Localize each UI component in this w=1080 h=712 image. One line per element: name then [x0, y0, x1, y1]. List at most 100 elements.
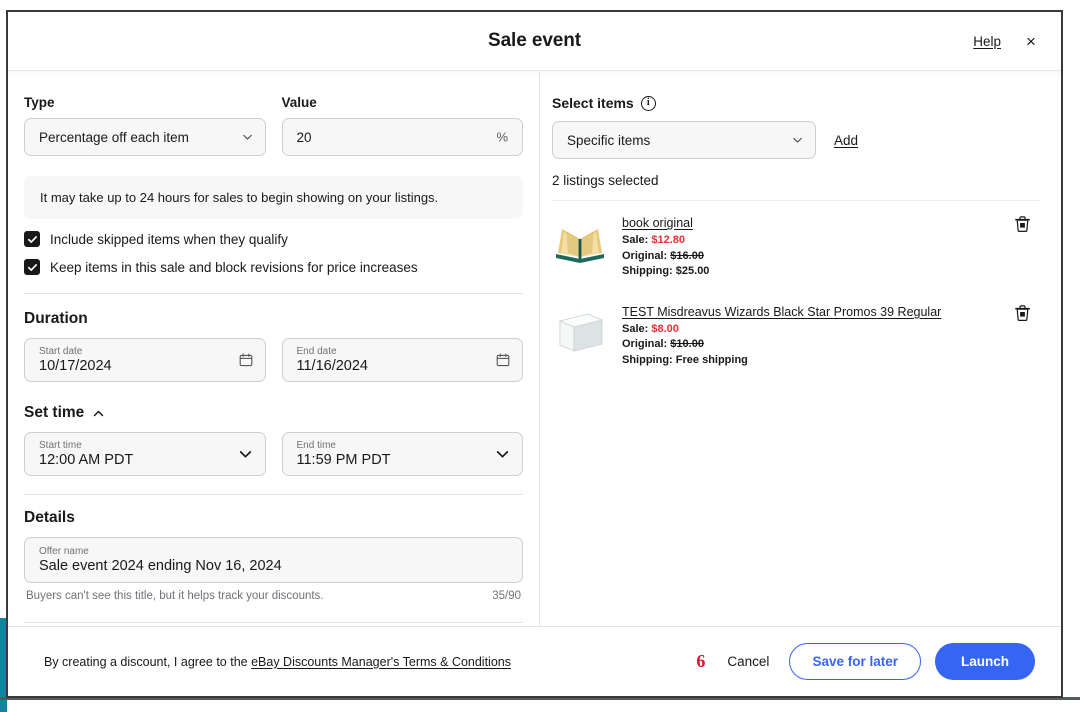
start-date-cell: Start date 10/17/2024	[24, 338, 266, 382]
listing-info: book original Sale: $12.80 Original: $16…	[622, 213, 1041, 280]
terms-link[interactable]: eBay Discounts Manager's Terms & Conditi…	[251, 655, 511, 669]
help-link[interactable]: Help	[973, 34, 1001, 49]
offer-name-helper-text: Buyers can't see this title, but it help…	[26, 590, 324, 602]
value-field: Value 20 %	[282, 95, 524, 156]
duration-heading-text: Duration	[24, 310, 88, 328]
items-scope-value: Specific items	[567, 133, 650, 148]
modal-body: Type Percentage off each item Value 20 %	[8, 70, 1061, 626]
original-label: Original:	[622, 250, 667, 262]
listing-sale-line: Sale: $8.00	[622, 322, 1041, 338]
listing-shipping-line: Shipping: $25.00	[622, 264, 1041, 280]
launch-button[interactable]: Launch	[935, 643, 1035, 680]
screen: Sale event Help × Type Percentage off ea…	[0, 0, 1080, 712]
calendar-icon	[496, 353, 510, 367]
end-date-value: 11/16/2024	[297, 358, 369, 375]
duration-row: Start date 10/17/2024 End	[24, 338, 523, 382]
annotation-marker: 6	[696, 651, 705, 672]
listing-original-line: Original: $10.00	[622, 337, 1041, 353]
offer-name-input[interactable]: Offer name Sale event 2024 ending Nov 16…	[24, 537, 523, 583]
start-date-value: 10/17/2024	[39, 358, 112, 375]
modal-footer: By creating a discount, I agree to the e…	[8, 626, 1061, 696]
listing-title-link[interactable]: book original	[622, 216, 693, 230]
trash-icon	[1015, 305, 1030, 321]
start-time-select[interactable]: Start time 12:00 AM PDT	[24, 432, 266, 476]
list-item: TEST Misdreavus Wizards Black Star Promo…	[552, 290, 1041, 379]
offer-name-char-count: 35/90	[492, 590, 521, 602]
header-actions: Help ×	[973, 27, 1045, 55]
original-price: $16.00	[670, 250, 704, 262]
type-label: Type	[24, 95, 266, 110]
add-items-link[interactable]: Add	[834, 133, 858, 148]
save-for-later-button[interactable]: Save for later	[789, 643, 921, 680]
chevron-down-icon	[242, 132, 253, 143]
chevron-down-icon	[495, 447, 510, 462]
value-input[interactable]: 20 %	[282, 118, 524, 156]
checkbox-include-skipped[interactable]: Include skipped items when they qualify	[24, 231, 523, 247]
end-time-label: End time	[297, 440, 336, 451]
listing-thumbnail	[552, 213, 608, 269]
type-select[interactable]: Percentage off each item	[24, 118, 266, 156]
check-icon	[24, 231, 40, 247]
check-icon	[24, 259, 40, 275]
listing-thumbnail	[552, 302, 608, 358]
type-select-value: Percentage off each item	[39, 130, 189, 145]
end-date-input[interactable]: End date 11/16/2024	[282, 338, 524, 382]
listing-shipping-line: Shipping: Free shipping	[622, 353, 1041, 369]
trash-icon	[1015, 216, 1030, 232]
end-time-value: 11:59 PM PDT	[297, 452, 391, 469]
listings-count: 2 listings selected	[552, 173, 1041, 188]
footer-actions: 6 Cancel Save for later Launch	[696, 643, 1035, 680]
end-time-select[interactable]: End time 11:59 PM PDT	[282, 432, 524, 476]
delete-listing-button[interactable]	[1009, 300, 1035, 326]
chevron-down-icon	[792, 135, 803, 146]
sale-label: Sale:	[622, 323, 648, 335]
chevron-down-icon	[238, 447, 253, 462]
percent-suffix: %	[496, 130, 508, 145]
close-icon[interactable]: ×	[1017, 27, 1045, 55]
set-time-row: Start time 12:00 AM PDT End time 11:59 P…	[24, 432, 523, 476]
details-heading-text: Details	[24, 509, 75, 527]
checkbox-label: Include skipped items when they qualify	[50, 232, 288, 247]
start-time-value: 12:00 AM PDT	[39, 452, 133, 469]
shipping-label: Shipping:	[622, 265, 673, 277]
start-date-input[interactable]: Start date 10/17/2024	[24, 338, 266, 382]
white-box-icon	[552, 302, 608, 358]
chevron-up-icon	[92, 407, 105, 420]
modal-header: Sale event Help ×	[8, 12, 1061, 70]
page-title: Sale event	[488, 30, 581, 52]
listing-info: TEST Misdreavus Wizards Black Star Promo…	[622, 302, 1041, 369]
select-items-heading: Select items i	[552, 95, 1041, 111]
offer-name-label: Offer name	[39, 546, 89, 557]
set-time-heading[interactable]: Set time	[24, 404, 523, 422]
value-label: Value	[282, 95, 524, 110]
delete-listing-button[interactable]	[1009, 211, 1035, 237]
shipping-label: Shipping:	[622, 354, 673, 366]
items-scope-select[interactable]: Specific items	[552, 121, 816, 159]
divider	[24, 622, 523, 623]
terms-prefix: By creating a discount, I agree to the	[44, 655, 251, 669]
original-label: Original:	[622, 338, 667, 350]
checkbox-keep-items[interactable]: Keep items in this sale and block revisi…	[24, 259, 523, 275]
type-field: Type Percentage off each item	[24, 95, 266, 156]
shipping-value: $25.00	[676, 265, 710, 277]
start-time-cell: Start time 12:00 AM PDT	[24, 432, 266, 476]
offer-name-value: Sale event 2024 ending Nov 16, 2024	[39, 558, 282, 575]
cancel-button[interactable]: Cancel	[721, 646, 775, 677]
info-icon[interactable]: i	[641, 96, 656, 111]
listing-title-link[interactable]: TEST Misdreavus Wizards Black Star Promo…	[622, 305, 941, 319]
duration-heading: Duration	[24, 310, 523, 328]
select-items-row: Specific items Add	[552, 121, 1041, 159]
open-book-icon	[552, 213, 608, 269]
left-column: Type Percentage off each item Value 20 %	[8, 71, 540, 626]
details-heading: Details	[24, 509, 523, 527]
end-date-cell: End date 11/16/2024	[282, 338, 524, 382]
sale-event-modal: Sale event Help × Type Percentage off ea…	[6, 10, 1063, 698]
calendar-icon	[239, 353, 253, 367]
divider	[24, 293, 523, 294]
sale-label: Sale:	[622, 234, 648, 246]
sale-price: $12.80	[651, 234, 685, 246]
original-price: $10.00	[670, 338, 704, 350]
offer-name-helper-row: Buyers can't see this title, but it help…	[24, 590, 523, 602]
type-value-row: Type Percentage off each item Value 20 %	[24, 95, 523, 156]
end-time-cell: End time 11:59 PM PDT	[282, 432, 524, 476]
